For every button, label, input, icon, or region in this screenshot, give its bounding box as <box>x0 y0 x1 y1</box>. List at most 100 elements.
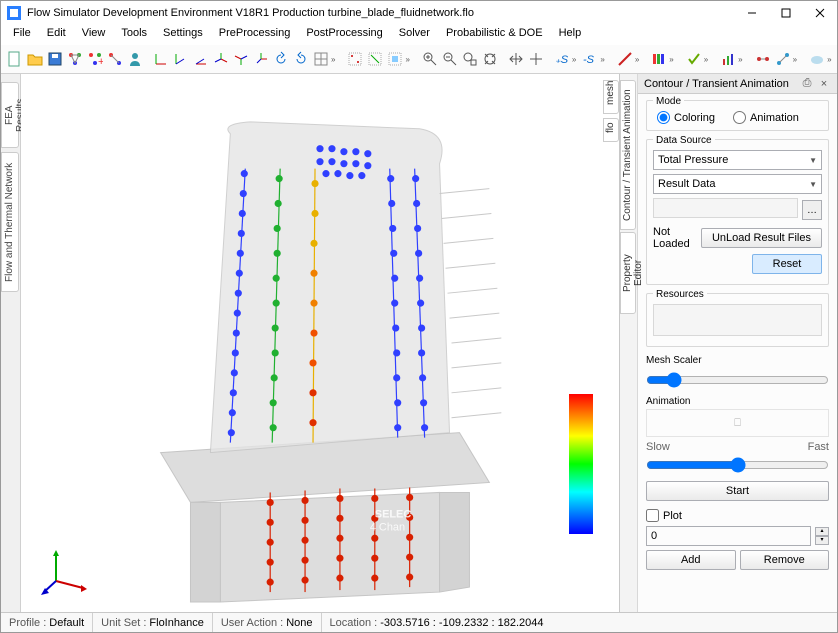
spinner-buttons[interactable]: ▴▾ <box>815 527 829 545</box>
network-add-icon[interactable]: + <box>86 47 104 71</box>
rotate-ccw-icon[interactable] <box>272 47 290 71</box>
color-bars-icon[interactable] <box>650 47 668 71</box>
toolbar: + » » ₊S » -S » » <box>1 45 837 74</box>
menu-postprocessing[interactable]: PostProcessing <box>298 25 390 45</box>
axis-xy-icon[interactable] <box>152 47 170 71</box>
pan-icon[interactable] <box>507 47 525 71</box>
result-file-field[interactable] <box>653 198 798 218</box>
animation-speed-slider[interactable] <box>646 457 829 473</box>
viewport-3d[interactable]: SELEC 4 Chan <box>21 74 619 612</box>
axis-iso3-icon[interactable] <box>252 47 270 71</box>
browse-button[interactable]: … <box>802 200 822 220</box>
menu-file[interactable]: File <box>5 25 39 45</box>
toolbar-overflow-icon[interactable]: » <box>572 55 576 64</box>
mode-group: Mode Coloring Animation <box>646 100 829 131</box>
zoom-out-icon[interactable] <box>441 47 459 71</box>
toolbar-overflow-icon[interactable]: » <box>704 55 708 64</box>
mesh-scaler-label: Mesh Scaler <box>646 355 829 366</box>
add-button[interactable]: Add <box>646 550 736 570</box>
overlay-text: SELEC <box>375 508 412 520</box>
left-tab-fea-results[interactable]: FEA Results <box>1 82 19 148</box>
connector1-icon[interactable] <box>754 47 772 71</box>
close-button[interactable] <box>803 1 837 25</box>
menu-tools[interactable]: Tools <box>113 25 155 45</box>
data-source-secondary-combo[interactable]: Result Data <box>653 174 822 194</box>
network-icon[interactable] <box>66 47 84 71</box>
select-lines-icon[interactable] <box>366 47 384 71</box>
svg-text:₊S: ₊S <box>555 54 569 66</box>
radio-animation[interactable]: Animation <box>733 111 799 124</box>
right-tab-property-editor[interactable]: Property Editor <box>620 232 636 314</box>
user-action-label: User Action : <box>221 617 283 629</box>
grid-icon[interactable] <box>312 47 330 71</box>
chart-icon[interactable] <box>719 47 737 71</box>
menu-solver[interactable]: Solver <box>391 25 438 45</box>
minimize-button[interactable] <box>735 1 769 25</box>
mesh-scaler-slider[interactable] <box>646 372 829 388</box>
axis-xz-icon[interactable] <box>192 47 210 71</box>
toolbar-overflow-icon[interactable]: » <box>635 55 639 64</box>
toolbar-overflow-icon[interactable]: » <box>793 55 797 64</box>
menu-bar: File Edit View Tools Settings PreProcess… <box>1 25 837 45</box>
user-icon[interactable] <box>126 47 144 71</box>
menu-settings[interactable]: Settings <box>155 25 211 45</box>
mesh-scaler-section: Mesh Scaler <box>646 355 829 396</box>
toolbar-overflow-icon[interactable]: » <box>600 55 604 64</box>
animation-label: Animation <box>646 396 829 407</box>
menu-edit[interactable]: Edit <box>39 25 74 45</box>
network-edit-icon[interactable] <box>106 47 124 71</box>
radio-coloring[interactable]: Coloring <box>657 111 715 124</box>
axis-iso1-icon[interactable] <box>212 47 230 71</box>
plot-section: Plot 0 ▴▾ Add Remove <box>646 509 829 570</box>
maximize-button[interactable] <box>769 1 803 25</box>
resources-group: Resources <box>646 293 829 347</box>
reset-button[interactable]: Reset <box>752 254 822 274</box>
svg-text:-S: -S <box>583 54 595 66</box>
menu-help[interactable]: Help <box>551 25 590 45</box>
check-icon[interactable] <box>685 47 703 71</box>
axis-triad-icon <box>41 546 91 596</box>
start-button[interactable]: Start <box>646 481 829 501</box>
menu-probabilistic-doe[interactable]: Probabilistic & DOE <box>438 25 551 45</box>
overlay-text: 4 Chan <box>370 521 405 533</box>
toolbar-overflow-icon[interactable]: » <box>405 55 409 64</box>
axis-yz-icon[interactable] <box>172 47 190 71</box>
plot-checkbox[interactable]: Plot <box>646 509 682 522</box>
right-tab-contour[interactable]: Contour / Transient Animation <box>620 80 636 230</box>
toolbar-overflow-icon[interactable]: » <box>331 55 335 64</box>
rotate-cw-icon[interactable] <box>292 47 310 71</box>
new-file-icon[interactable] <box>6 47 24 71</box>
save-file-icon[interactable] <box>46 47 64 71</box>
toolbar-overflow-icon[interactable]: » <box>669 55 673 64</box>
move-icon[interactable] <box>527 47 545 71</box>
cloud-icon[interactable] <box>808 47 826 71</box>
remove-button[interactable]: Remove <box>740 550 830 570</box>
right-tab-flo[interactable]: flo <box>603 118 619 142</box>
panel-pin-icon[interactable]: ⎙ <box>800 77 814 91</box>
plot-value-spinner[interactable]: 0 <box>646 526 811 546</box>
select-points-icon[interactable] <box>346 47 364 71</box>
unload-results-button[interactable]: UnLoad Result Files <box>701 228 822 248</box>
toolbar-overflow-icon[interactable]: » <box>827 55 831 64</box>
axis-iso2-icon[interactable] <box>232 47 250 71</box>
status-bar: Profile :Default Unit Set :FloInhance Us… <box>1 612 837 632</box>
zoom-fit-icon[interactable] <box>481 47 499 71</box>
line-tool-icon[interactable] <box>616 47 634 71</box>
zoom-window-icon[interactable] <box>461 47 479 71</box>
open-file-icon[interactable] <box>26 47 44 71</box>
snap-s-icon[interactable]: ₊S <box>553 47 571 71</box>
zoom-in-icon[interactable] <box>421 47 439 71</box>
select-region-icon[interactable] <box>386 47 404 71</box>
right-tab-mesh[interactable]: mesh <box>603 80 619 114</box>
menu-view[interactable]: View <box>74 25 114 45</box>
connector2-icon[interactable] <box>774 47 792 71</box>
panel-close-icon[interactable]: × <box>817 77 831 91</box>
data-source-label: Data Source <box>653 135 715 146</box>
data-source-primary-combo[interactable]: Total Pressure <box>653 150 822 170</box>
svg-text:+: + <box>98 56 103 67</box>
resources-field[interactable] <box>653 304 822 336</box>
snap-s2-icon[interactable]: -S <box>581 47 599 71</box>
menu-preprocessing[interactable]: PreProcessing <box>211 25 299 45</box>
toolbar-overflow-icon[interactable]: » <box>738 55 742 64</box>
left-tab-flow-thermal[interactable]: Flow and Thermal Network <box>1 152 19 292</box>
